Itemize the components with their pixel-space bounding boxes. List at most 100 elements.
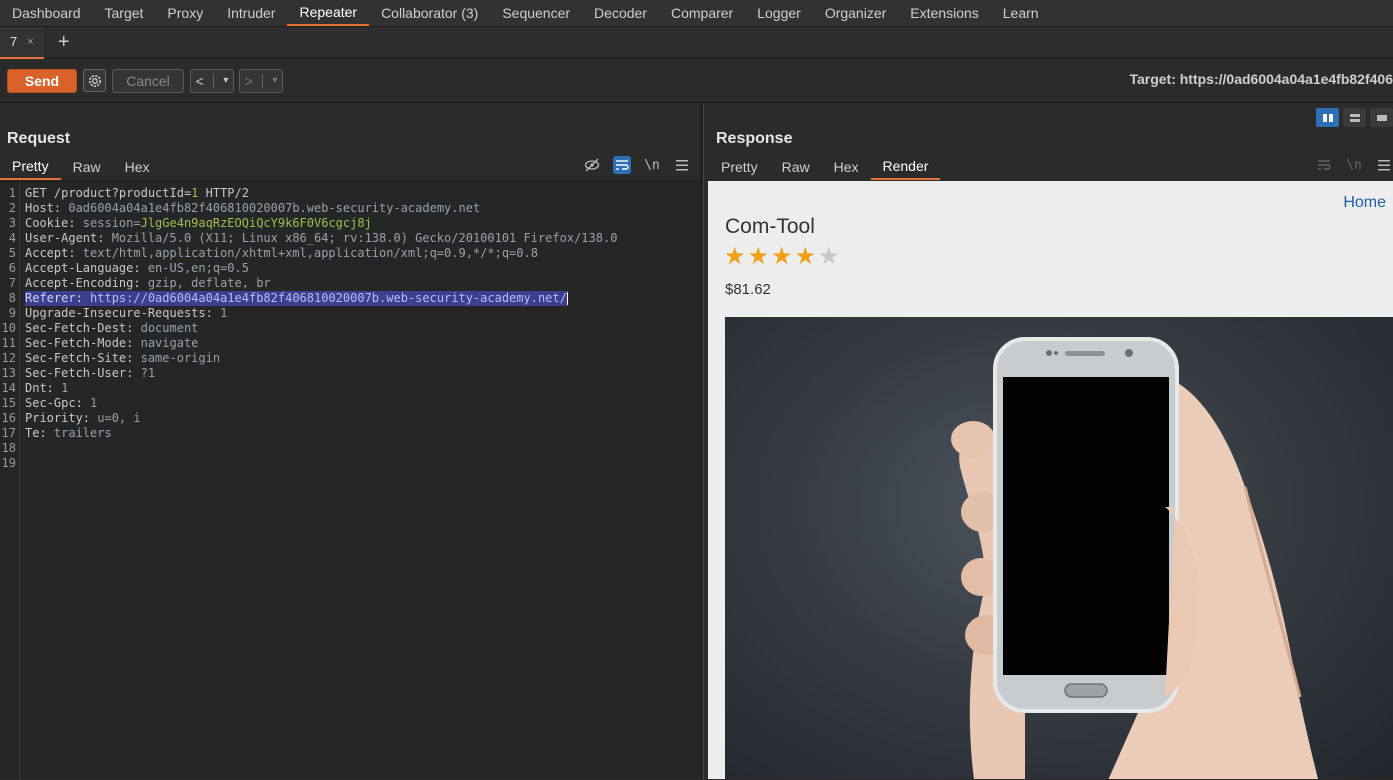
response-tab-render[interactable]: Render — [870, 153, 941, 180]
nav-tab-sequencer[interactable]: Sequencer — [490, 0, 582, 26]
product-title: Com-Tool — [725, 215, 815, 238]
nav-tab-repeater[interactable]: Repeater — [287, 0, 370, 26]
nav-tab-target[interactable]: Target — [93, 0, 156, 26]
code-line[interactable]: Accept-Language: en-US,en;q=0.5 — [25, 261, 249, 276]
header-value: same-origin — [140, 351, 221, 365]
star-filled-icon: ★ — [794, 243, 817, 270]
code-line[interactable]: Sec-Fetch-User: ?1 — [25, 366, 155, 381]
line-number: 1 — [8, 186, 16, 200]
product-image — [725, 317, 1393, 779]
chevron-down-icon[interactable]: ▾ — [272, 75, 277, 86]
line-number: 14 — [1, 381, 16, 395]
header-value: en-US,en;q=0.5 — [147, 261, 249, 275]
header-value: session= — [82, 216, 141, 230]
back-button[interactable]: < ▾ — [190, 68, 234, 93]
nav-tab-logger[interactable]: Logger — [745, 0, 813, 26]
header-name: Sec-Gpc: — [25, 396, 91, 410]
response-tab-raw[interactable]: Raw — [770, 153, 822, 180]
response-tab-pretty[interactable]: Pretty — [709, 153, 770, 180]
menu-icon[interactable] — [673, 156, 691, 174]
header-value: Mozilla/5.0 (X11; Linux x86_64; rv:138.0… — [111, 231, 618, 245]
request-tab-raw[interactable]: Raw — [61, 153, 113, 180]
layout-side-by-side-icon[interactable] — [1316, 108, 1339, 127]
star-filled-icon: ★ — [747, 243, 770, 270]
add-tab-button[interactable]: + — [52, 31, 76, 54]
nav-tab-decoder[interactable]: Decoder — [582, 0, 659, 26]
layout-stacked-icon[interactable] — [1343, 108, 1366, 127]
divider — [262, 73, 264, 88]
newline-toggle[interactable]: \n — [643, 156, 661, 174]
request-tab-pretty[interactable]: Pretty — [0, 153, 61, 180]
code-line[interactable]: User-Agent: Mozilla/5.0 (X11; Linux x86_… — [25, 231, 617, 246]
line-number: 6 — [8, 261, 16, 275]
hide-eye-icon[interactable] — [583, 156, 601, 174]
code-line[interactable]: Sec-Fetch-Site: same-origin — [25, 351, 220, 366]
newline-toggle[interactable]: \n — [1345, 156, 1363, 174]
code-line[interactable]: Te: trailers — [25, 426, 112, 441]
code-line[interactable]: Sec-Gpc: 1 — [25, 396, 97, 411]
rendered-response: Home Com-Tool ★ ★ ★ ★ ★ $81.62 — [708, 181, 1393, 779]
header-name: Dnt: — [25, 381, 62, 395]
nav-tab-comparer[interactable]: Comparer — [659, 0, 745, 26]
repeater-tab[interactable]: 7 × — [0, 26, 44, 59]
line-number: 12 — [1, 351, 16, 365]
header-value: trailers — [53, 426, 112, 440]
response-view-tabs: Pretty Raw Hex Render — [709, 153, 941, 180]
header-name: Accept-Language: — [25, 261, 148, 275]
cancel-button[interactable]: Cancel — [112, 68, 184, 93]
code-line[interactable]: Referer: https://0ad6004a04a1e4fb82f4068… — [25, 291, 568, 306]
code-line[interactable]: Dnt: 1 — [25, 381, 68, 396]
line-number: 9 — [8, 306, 16, 320]
request-editor[interactable]: 1 2 3 4 5 6 7 8 9 10 11 12 13 14 15 16 17 18 19 GET /produ… — [0, 181, 701, 780]
code-line[interactable]: Accept: text/html,application/xhtml+xml,… — [25, 246, 538, 261]
code-line[interactable]: GET /product?productId=1 HTTP/2 — [25, 186, 249, 201]
nav-tab-dashboard[interactable]: Dashboard — [0, 0, 93, 26]
line-number: 4 — [8, 231, 16, 245]
star-empty-icon: ★ — [818, 243, 840, 270]
code-line[interactable]: Sec-Fetch-Dest: document — [25, 321, 198, 336]
menu-icon[interactable] — [1375, 156, 1393, 174]
code-line[interactable]: Accept-Encoding: gzip, deflate, br — [25, 276, 271, 291]
code-line[interactable]: Priority: u=0, i — [25, 411, 141, 426]
nav-tab-collaborator-3[interactable]: Collaborator (3) — [369, 0, 490, 26]
code-line[interactable]: Host: 0ad6004a04a1e4fb82f406810020007b.w… — [25, 201, 480, 216]
header-name: Upgrade-Insecure-Requests: — [25, 306, 221, 320]
line-number: 19 — [1, 456, 16, 470]
header-name: Sec-Fetch-Dest: — [25, 321, 141, 335]
header-value: ?1 — [140, 366, 156, 380]
header-name: Referer: — [25, 291, 91, 305]
layout-tabs-icon[interactable] — [1370, 108, 1393, 127]
header-value: 1 — [220, 306, 228, 320]
header-name: Sec-Fetch-Mode: — [25, 336, 141, 350]
header-name: Cookie: — [25, 216, 83, 230]
nav-tab-extensions[interactable]: Extensions — [898, 0, 990, 26]
code-line[interactable]: Upgrade-Insecure-Requests: 1 — [25, 306, 227, 321]
target-label[interactable]: Target: https://0ad6004a04a1e4fb82f406 — [1129, 71, 1393, 87]
line-number: 10 — [1, 321, 16, 335]
header-value: u=0, i — [97, 411, 141, 425]
nav-tab-learn[interactable]: Learn — [991, 0, 1051, 26]
chevron-down-icon[interactable]: ▾ — [223, 75, 228, 86]
header-name: Sec-Fetch-Site: — [25, 351, 141, 365]
home-link[interactable]: Home — [1343, 194, 1386, 212]
code-line[interactable]: Cookie: session=JlgGe4n9aqRzEOQiQcY9k6F0… — [25, 216, 372, 231]
gear-icon — [88, 74, 101, 87]
request-tab-hex[interactable]: Hex — [113, 153, 162, 180]
wrap-lines-icon[interactable] — [1315, 156, 1333, 174]
line-number: 13 — [1, 366, 16, 380]
header-value: gzip, deflate, br — [147, 276, 271, 290]
nav-tab-intruder[interactable]: Intruder — [215, 0, 287, 26]
star-filled-icon: ★ — [724, 243, 746, 270]
forward-button[interactable]: > ▾ — [239, 68, 283, 93]
nav-tab-proxy[interactable]: Proxy — [155, 0, 215, 26]
response-tab-hex[interactable]: Hex — [822, 153, 871, 180]
code-line[interactable]: Sec-Fetch-Mode: navigate — [25, 336, 198, 351]
line-number: 8 — [8, 291, 16, 305]
send-button[interactable]: Send — [7, 68, 77, 93]
repeater-tab-label: 7 — [10, 34, 18, 49]
close-icon[interactable]: × — [27, 36, 33, 48]
nav-tab-organizer[interactable]: Organizer — [813, 0, 898, 26]
settings-button[interactable] — [83, 69, 106, 92]
line-number: 17 — [1, 426, 16, 440]
wrap-lines-icon[interactable] — [613, 156, 631, 174]
